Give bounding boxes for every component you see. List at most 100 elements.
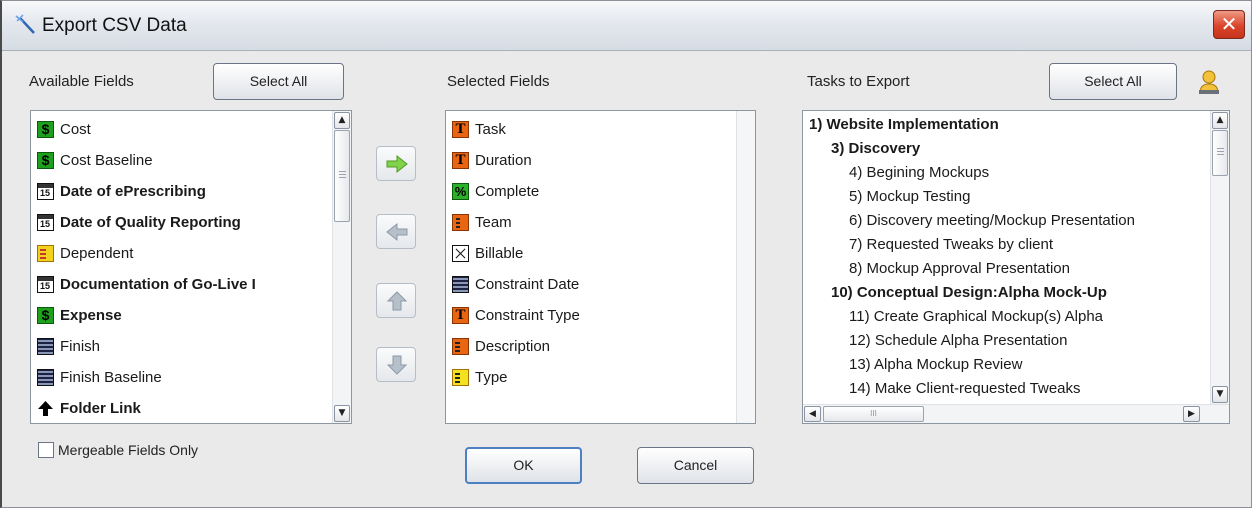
tree-item[interactable]: 11) Create Graphical Mockup(s) Alpha — [849, 308, 1103, 325]
dependency-icon — [37, 244, 54, 262]
description-icon — [452, 337, 469, 355]
scroll-down-button[interactable]: ▼ — [334, 405, 350, 422]
select-all-tasks-button[interactable]: Select All — [1049, 63, 1177, 100]
currency-icon: $ — [37, 151, 54, 169]
chevron-up-icon: ▲ — [338, 115, 346, 125]
list-item-label: Constraint Type — [475, 306, 580, 324]
scroll-up-button[interactable]: ▲ — [334, 112, 350, 129]
move-up-button[interactable] — [376, 283, 416, 318]
tree-item[interactable]: 14) Make Client-requested Tweaks — [849, 380, 1081, 397]
list-item[interactable]: Team — [452, 210, 512, 234]
scroll-left-button[interactable]: ◀ — [804, 406, 821, 422]
tasks-tree[interactable]: ▲ ▼ ◀ III ▶ 1) Website Implementation 3) … — [802, 110, 1230, 424]
team-icon — [452, 213, 469, 231]
arrow-left-icon — [386, 222, 408, 242]
list-item[interactable]: Folder Link — [37, 396, 141, 420]
available-fields-scrollbar[interactable]: ▲ ▼ — [332, 111, 351, 423]
list-item[interactable]: % Complete — [452, 179, 539, 203]
list-item-label: Type — [475, 368, 508, 386]
ok-button[interactable]: OK — [465, 447, 582, 484]
list-item[interactable]: Dependent — [37, 241, 133, 265]
list-item[interactable]: Description — [452, 334, 550, 358]
list-item[interactable]: $ Cost — [37, 117, 91, 141]
date-icon — [37, 213, 54, 231]
close-icon: ✕ — [1220, 12, 1238, 36]
list-item[interactable]: Documentation of Go-Live I — [37, 272, 256, 296]
chevron-right-icon: ▶ — [1188, 409, 1195, 419]
mergeable-fields-checkbox[interactable] — [38, 442, 54, 458]
list-item-label: Duration — [475, 151, 532, 169]
mergeable-fields-label: Mergeable Fields Only — [58, 442, 199, 458]
scroll-right-button[interactable]: ▶ — [1183, 406, 1200, 422]
tree-item[interactable]: 8) Mockup Approval Presentation — [849, 260, 1070, 277]
list-item-label: Dependent — [60, 244, 134, 262]
currency-icon: $ — [37, 306, 54, 324]
list-item-label: Billable — [475, 244, 524, 262]
arrow-right-icon — [386, 154, 408, 174]
scroll-up-button[interactable]: ▲ — [1212, 112, 1228, 129]
tree-item[interactable]: 4) Begining Mockups — [849, 164, 989, 181]
list-item[interactable]: Finish — [37, 334, 100, 358]
list-item-label: Description — [475, 337, 551, 355]
tree-item[interactable]: 7) Requested Tweaks by client — [849, 236, 1053, 253]
chevron-down-icon: ▼ — [1216, 389, 1224, 399]
text-icon: T — [452, 120, 469, 138]
window-title: Export CSV Data — [42, 15, 187, 36]
chevron-left-icon: ◀ — [809, 409, 816, 419]
scroll-down-button[interactable]: ▼ — [1212, 386, 1228, 403]
horizontal-scroll-thumb[interactable]: III — [823, 406, 924, 422]
tree-item[interactable]: 5) Mockup Testing — [849, 188, 970, 205]
close-button[interactable]: ✕ — [1213, 10, 1245, 39]
tasks-to-export-label: Tasks to Export — [807, 73, 910, 90]
list-item[interactable]: T Duration — [452, 148, 532, 172]
link-arrow-icon — [37, 400, 54, 417]
selected-fields-list[interactable]: T Task T Duration% Complete Team Billable Const… — [445, 110, 756, 424]
list-item[interactable]: Date of Quality Reporting — [37, 210, 241, 234]
tree-item[interactable]: 6) Discovery meeting/Mockup Presentation — [849, 212, 1135, 229]
text-icon: T — [452, 306, 469, 324]
list-item-label: Team — [475, 213, 512, 231]
list-item-label: Folder Link — [60, 399, 141, 417]
chevron-up-icon: ▲ — [1216, 115, 1224, 125]
remove-field-button[interactable] — [376, 214, 416, 249]
text-icon: T — [452, 151, 469, 169]
list-item[interactable]: $ Expense — [37, 303, 122, 327]
list-item-label: Finish Baseline — [60, 368, 162, 386]
tasks-horizontal-scrollbar[interactable]: ◀ III ▶ — [803, 404, 1229, 423]
list-item[interactable]: Finish Baseline — [37, 365, 162, 389]
tree-item[interactable]: 1) Website Implementation — [809, 116, 999, 133]
move-down-button[interactable] — [376, 347, 416, 382]
scroll-thumb[interactable] — [334, 130, 350, 222]
date-icon — [37, 182, 54, 200]
select-all-fields-button[interactable]: Select All — [213, 63, 344, 100]
tree-item[interactable]: 13) Alpha Mockup Review — [849, 356, 1022, 373]
list-item[interactable]: T Task — [452, 117, 506, 141]
list-item[interactable]: Billable — [452, 241, 523, 265]
tree-item[interactable]: 10) Conceptual Design:Alpha Mock-Up — [831, 284, 1107, 301]
list-item-label: Cost — [60, 120, 91, 138]
list-item[interactable]: Date of ePrescribing — [37, 179, 206, 203]
selected-fields-scrollbar — [736, 111, 755, 423]
selected-fields-label: Selected Fields — [447, 73, 550, 90]
available-fields-label: Available Fields — [29, 73, 134, 90]
tree-item[interactable]: 3) Discovery — [831, 140, 920, 157]
title-bar[interactable]: Export CSV Data ✕ — [2, 1, 1251, 51]
list-item-label: Finish — [60, 337, 101, 355]
scroll-thumb[interactable] — [1212, 130, 1228, 176]
list-item-label: Cost Baseline — [60, 151, 153, 169]
list-item[interactable]: $ Cost Baseline — [37, 148, 153, 172]
arrow-up-icon — [386, 291, 408, 311]
calendar-icon — [37, 337, 54, 355]
list-item[interactable]: Type — [452, 365, 508, 389]
chevron-down-icon: ▼ — [338, 408, 346, 418]
list-item[interactable]: T Constraint Type — [452, 303, 580, 327]
date-icon — [37, 275, 54, 293]
calendar-icon — [37, 368, 54, 386]
tree-item[interactable]: 12) Schedule Alpha Presentation — [849, 332, 1068, 349]
available-fields-list[interactable]: ▲ ▼ $ Cost $ Cost Baseline Date of ePrescrib… — [30, 110, 352, 424]
cancel-button[interactable]: Cancel — [637, 447, 754, 484]
list-item[interactable]: Constraint Date — [452, 272, 579, 296]
add-field-button[interactable] — [376, 146, 416, 181]
user-icon — [1199, 70, 1219, 94]
tasks-vertical-scrollbar[interactable]: ▲ ▼ — [1210, 111, 1229, 404]
